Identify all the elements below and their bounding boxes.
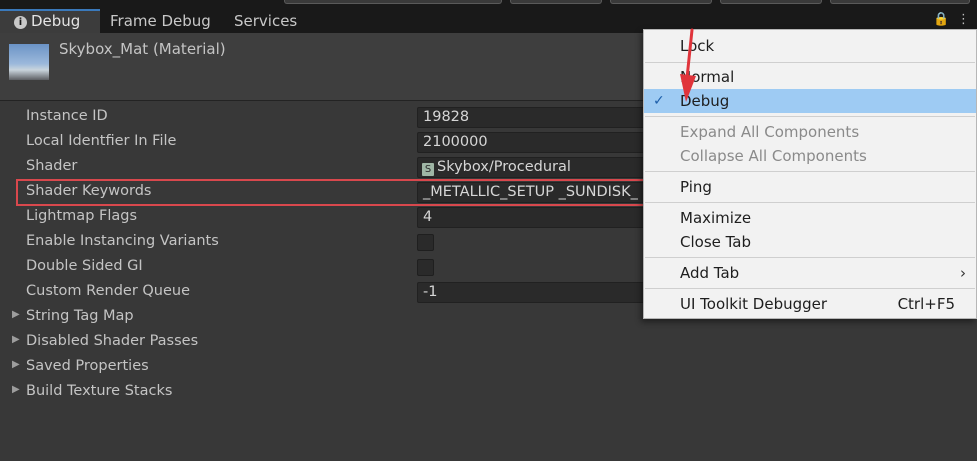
menu-item-ui-toolkit-debugger-label: UI Toolkit Debugger: [680, 295, 828, 313]
property-row-double-sided-gi: Double Sided GI: [0, 255, 643, 280]
annotation-arrow-icon: [680, 28, 696, 102]
menu-item-add-tab[interactable]: Add Tab ›: [644, 261, 976, 285]
tab-services[interactable]: Services: [234, 10, 297, 33]
submenu-arrow-icon: ›: [960, 264, 966, 282]
foldout-disabled-shader-passes[interactable]: ▶ Disabled Shader Passes: [0, 330, 643, 355]
info-icon: i: [14, 16, 27, 29]
tab-debug-label: Debug: [31, 12, 81, 30]
property-row-instance-id: Instance ID 19828: [0, 105, 647, 130]
menu-item-ui-toolkit-debugger[interactable]: UI Toolkit Debugger Ctrl+F5: [644, 292, 976, 316]
property-row-shader: Shader S Skybox/Procedural: [0, 155, 647, 180]
shader-label: Shader: [26, 158, 78, 174]
shader-keywords-highlight-box: [16, 179, 647, 206]
more-options-icon[interactable]: ⋮: [957, 12, 970, 27]
double-sided-gi-label: Double Sided GI: [26, 258, 143, 274]
lightmap-flags-label: Lightmap Flags: [26, 208, 138, 224]
property-row-custom-render-queue: Custom Render Queue -1: [0, 280, 647, 305]
menu-item-ping[interactable]: Ping: [644, 175, 976, 199]
menu-item-add-tab-label: Add Tab: [680, 264, 740, 282]
menu-item-expand-all: Expand All Components: [680, 123, 860, 141]
saved-properties-label: Saved Properties: [26, 358, 149, 374]
foldout-arrow-icon: ▶: [12, 309, 20, 320]
double-sided-gi-checkbox[interactable]: [417, 259, 434, 276]
custom-render-queue-field[interactable]: -1: [417, 282, 647, 303]
instance-id-field[interactable]: 19828: [417, 107, 647, 128]
shader-value: Skybox/Procedural: [437, 159, 571, 175]
disabled-shader-passes-label: Disabled Shader Passes: [26, 333, 199, 349]
menu-separator: [645, 171, 975, 172]
menu-item-close-tab[interactable]: Close Tab: [644, 230, 976, 254]
checkmark-icon: ✓: [653, 93, 665, 109]
menu-separator: [645, 257, 975, 258]
local-identifier-field[interactable]: 2100000: [417, 132, 647, 153]
instance-id-label: Instance ID: [26, 108, 108, 124]
menu-separator: [645, 288, 975, 289]
shader-icon: S: [422, 163, 434, 176]
menu-separator: [645, 202, 975, 203]
toolbar-button[interactable]: [510, 0, 602, 4]
shader-field[interactable]: S Skybox/Procedural: [417, 157, 647, 178]
custom-render-queue-label: Custom Render Queue: [26, 283, 191, 299]
menu-item-collapse-all: Collapse All Components: [680, 147, 867, 165]
tab-frame-debug[interactable]: Frame Debug: [110, 10, 211, 33]
foldout-arrow-icon: ▶: [12, 359, 20, 370]
foldout-arrow-icon: ▶: [12, 384, 20, 395]
material-title: Skybox_Mat (Material): [59, 40, 226, 58]
lock-icon[interactable]: 🔒: [933, 12, 949, 27]
enable-instancing-label: Enable Instancing Variants: [26, 233, 219, 249]
local-identifier-label: Local Identfier In File: [26, 133, 177, 149]
toolbar-button[interactable]: [720, 0, 822, 4]
foldout-saved-properties[interactable]: ▶ Saved Properties: [0, 355, 643, 380]
property-row-local-identifier: Local Identfier In File 2100000: [0, 130, 647, 155]
menu-separator: [645, 116, 975, 117]
property-row-enable-instancing: Enable Instancing Variants: [0, 230, 643, 255]
foldout-string-tag-map[interactable]: ▶ String Tag Map: [0, 305, 643, 330]
material-preview-thumbnail: [9, 44, 49, 80]
enable-instancing-checkbox[interactable]: [417, 234, 434, 251]
ui-toolkit-debugger-shortcut: Ctrl+F5: [897, 295, 955, 313]
foldout-arrow-icon: ▶: [12, 334, 20, 345]
build-texture-stacks-label: Build Texture Stacks: [26, 383, 173, 399]
lightmap-flags-field[interactable]: 4: [417, 207, 647, 228]
foldout-build-texture-stacks[interactable]: ▶ Build Texture Stacks: [0, 380, 643, 405]
toolbar-button[interactable]: [284, 0, 502, 4]
toolbar-button[interactable]: [830, 0, 970, 4]
menu-item-maximize[interactable]: Maximize: [644, 206, 976, 230]
toolbar-button[interactable]: [610, 0, 712, 4]
string-tag-map-label: String Tag Map: [26, 308, 134, 324]
property-row-lightmap-flags: Lightmap Flags 4: [0, 205, 647, 230]
tab-debug[interactable]: i Debug: [0, 9, 100, 33]
